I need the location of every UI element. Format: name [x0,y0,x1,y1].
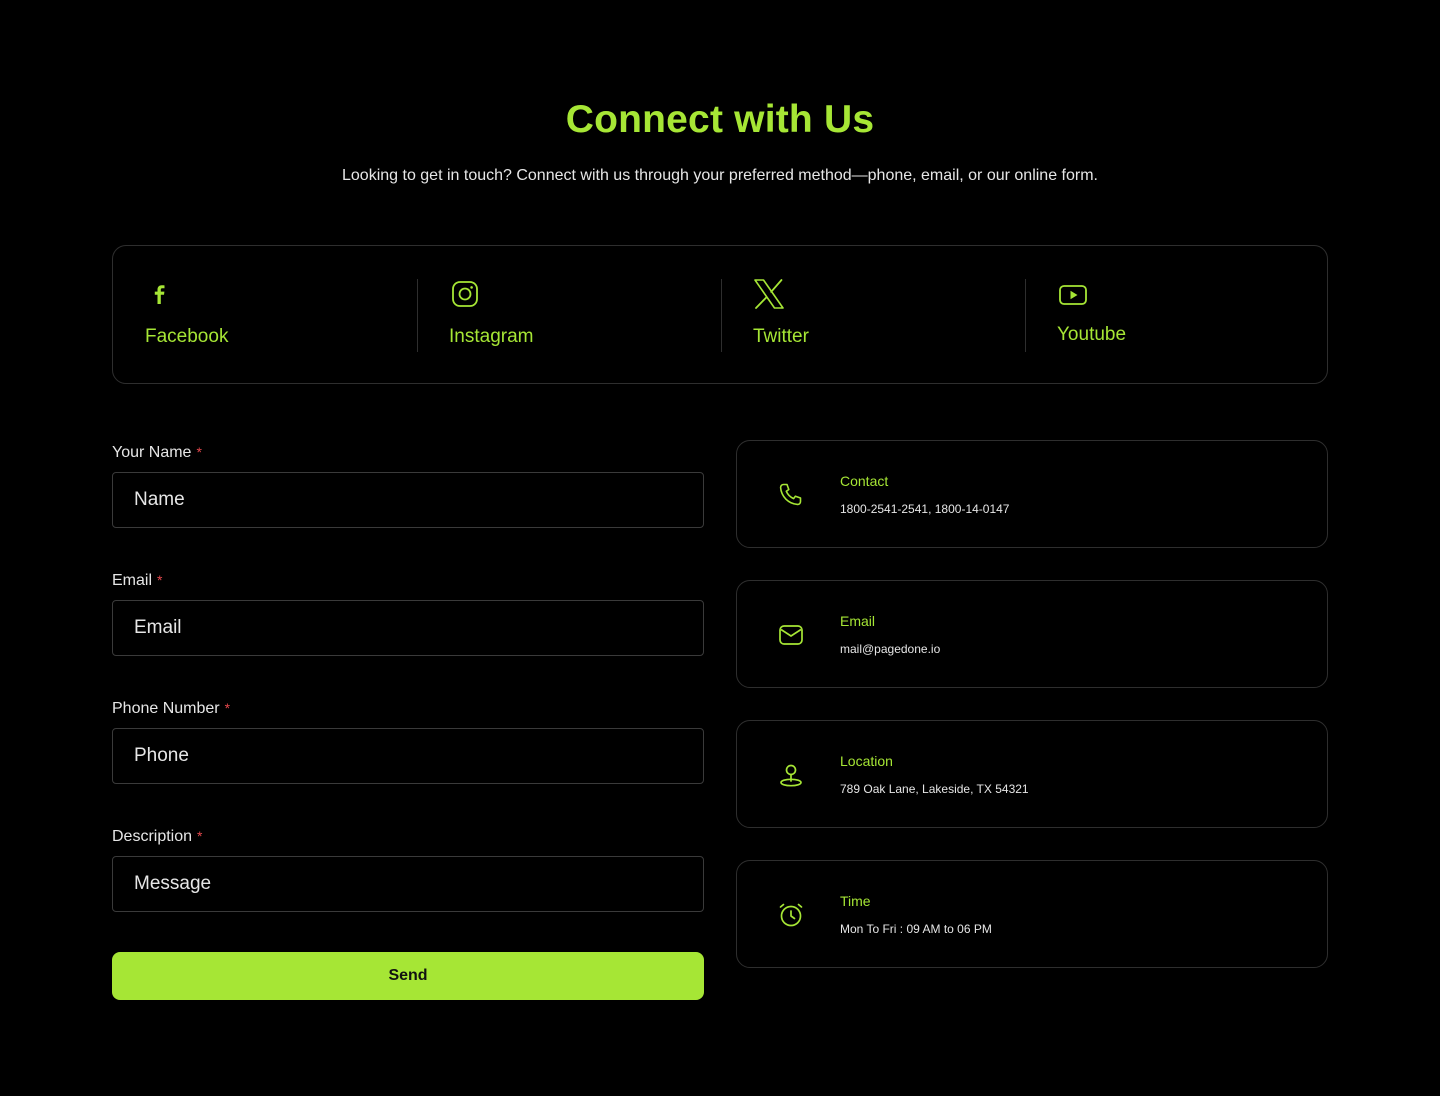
time-info-title: Time [840,893,871,909]
mail-icon [777,621,805,649]
instagram-icon [449,278,481,310]
social-divider [1025,279,1026,352]
send-button[interactable]: Send [112,952,704,1000]
email-label-text: Email [112,572,153,589]
location-info-card: Location 789 Oak Lane, Lakeside, TX 5432… [736,720,1328,828]
description-label-text: Description [112,828,193,845]
name-field-label: Your Name * [112,444,202,462]
location-pin-icon [777,761,805,789]
description-field-label: Description * [112,828,202,846]
location-info-title: Location [840,753,893,769]
contact-info-title: Contact [840,473,889,489]
alarm-clock-icon [777,901,805,929]
social-divider [721,279,722,352]
name-label-text: Your Name [112,444,192,461]
phone-label-text: Phone Number [112,700,220,717]
phone-field-label: Phone Number * [112,700,230,718]
youtube-icon [1057,278,1089,310]
social-link-youtube[interactable]: Youtube [1057,278,1357,352]
x-twitter-icon [753,278,785,310]
location-info-value: 789 Oak Lane, Lakeside, TX 54321 [840,782,1029,796]
required-marker: * [157,572,163,588]
social-label-twitter: Twitter [753,326,809,347]
time-info-card: Time Mon To Fri : 09 AM to 06 PM [736,860,1328,968]
required-marker: * [196,444,202,460]
phone-input[interactable] [112,728,704,784]
name-input[interactable] [112,472,704,528]
social-link-twitter[interactable]: Twitter [753,278,1053,352]
social-links-card: Facebook Instagram Twitter Youtube [112,245,1328,384]
social-link-facebook[interactable]: Facebook [145,278,445,352]
contact-info-value: 1800-2541-2541, 1800-14-0147 [840,502,1010,516]
social-label-youtube: Youtube [1057,324,1127,345]
message-input[interactable] [112,856,704,912]
social-label-instagram: Instagram [449,326,534,347]
social-divider [417,279,418,352]
contact-info-card: Contact 1800-2541-2541, 1800-14-0147 [736,440,1328,548]
time-info-value: Mon To Fri : 09 AM to 06 PM [840,922,992,936]
page-title: Connect with Us [565,98,875,141]
page-subtitle: Looking to get in touch? Connect with us… [342,167,1098,184]
social-link-instagram[interactable]: Instagram [449,278,749,352]
required-marker: * [224,700,231,716]
email-input[interactable] [112,600,704,656]
email-info-title: Email [840,613,876,629]
email-field-label: Email * [112,572,162,590]
email-info-value: mail@pagedone.io [840,642,941,656]
social-label-facebook: Facebook [145,326,229,347]
required-marker: * [197,828,203,844]
contact-page: Connect with Us Looking to get in touch?… [0,0,1440,1096]
phone-icon [777,481,805,509]
email-info-card: Email mail@pagedone.io [736,580,1328,688]
facebook-icon [145,278,177,310]
